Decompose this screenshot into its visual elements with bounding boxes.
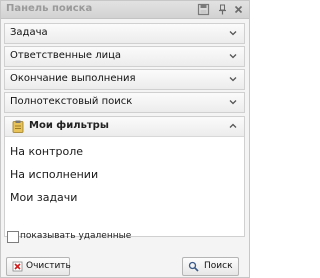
section-label: Полнотекстовый поиск — [10, 96, 133, 107]
section-responsible[interactable]: Ответственные лица — [4, 46, 245, 67]
panel-titlebar: Панель поиска — [1, 1, 249, 19]
chevron-down-icon — [229, 77, 237, 82]
section-label: Ответственные лица — [10, 50, 122, 61]
section-task[interactable]: Задача — [4, 23, 245, 44]
clear-button[interactable]: Очистить — [6, 257, 71, 276]
section-label: Окончание выполнения — [10, 73, 136, 84]
section-fulltext[interactable]: Полнотекстовый поиск — [4, 92, 245, 113]
show-deleted-label: показывать удаленные — [20, 231, 132, 241]
clipboard-icon — [12, 120, 24, 133]
search-panel: Панель поиска Задача Ответственные лица … — [0, 0, 250, 278]
filter-item-in-progress[interactable]: На исполнении — [10, 168, 98, 181]
chevron-down-icon — [229, 31, 237, 36]
clear-icon — [12, 261, 23, 272]
search-button-label: Поиск — [204, 261, 233, 271]
search-icon — [188, 261, 199, 272]
my-filters-section: Мои фильтры На контроле На исполнении Мо… — [4, 116, 245, 237]
pin-icon[interactable] — [216, 3, 229, 16]
my-filters-header[interactable]: Мои фильтры — [5, 117, 244, 137]
clear-button-label: Очистить — [26, 261, 71, 271]
show-deleted-checkbox[interactable] — [7, 231, 19, 243]
chevron-down-icon — [229, 54, 237, 59]
filter-item-my-tasks[interactable]: Мои задачи — [10, 191, 77, 204]
chevron-down-icon — [229, 100, 237, 105]
panel-title: Панель поиска — [6, 3, 93, 14]
my-filters-title: Мои фильтры — [29, 120, 109, 131]
save-icon[interactable] — [197, 3, 210, 16]
chevron-up-icon — [229, 123, 237, 128]
section-deadline[interactable]: Окончание выполнения — [4, 69, 245, 90]
close-icon[interactable] — [232, 3, 245, 16]
section-label: Задача — [10, 27, 48, 38]
filter-item-on-control[interactable]: На контроле — [10, 145, 83, 158]
search-button[interactable]: Поиск — [182, 257, 239, 276]
